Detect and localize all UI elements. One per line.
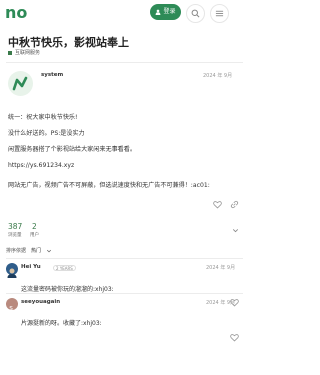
chevron-down-icon[interactable] — [231, 226, 240, 235]
sort-label: 排序依据 — [6, 248, 27, 254]
post-line: 没什么好送的。PS:是没实力 — [8, 130, 85, 137]
avatar[interactable] — [8, 71, 33, 96]
site-header: no 登录 — [0, 0, 249, 26]
sort-control[interactable]: 排序依据 热门 — [6, 247, 52, 254]
post-line: 统一：祝大家中秋节快乐! — [8, 114, 78, 121]
divider — [6, 62, 243, 63]
comment-username[interactable]: Hei Yu — [21, 264, 41, 270]
user-icon — [156, 9, 161, 15]
avatar[interactable]: s — [6, 298, 18, 312]
svg-text:s: s — [9, 304, 13, 312]
post-line: 闲置服务器搭了个影视站给大家闲来无事看看。 — [8, 146, 136, 153]
comment-date[interactable]: 2024 年 9月 — [206, 264, 235, 271]
logo-text: no — [5, 3, 27, 21]
comment-date[interactable]: 2024 年 9月 — [206, 299, 235, 306]
post-date[interactable]: 2024 年 9月 — [203, 72, 232, 79]
divider — [6, 258, 243, 259]
system-logo-icon — [12, 76, 28, 91]
users-label: 用户 — [30, 233, 39, 238]
topic-category[interactable]: 互联网服务 — [8, 49, 40, 56]
category-color-icon — [8, 50, 12, 55]
hamburger-menu-icon — [215, 10, 224, 17]
chevron-down-icon[interactable] — [46, 248, 52, 254]
search-button[interactable] — [186, 4, 205, 23]
user-badge: 2 YEARS — [53, 265, 76, 271]
users-count: 2 — [32, 222, 37, 231]
post-link[interactable]: https://ys.691234.xyz — [8, 162, 74, 169]
site-logo[interactable]: no — [5, 3, 29, 21]
topic-title[interactable]: 中秋节快乐，影视站奉上 — [8, 34, 129, 50]
views-label: 浏览量 — [8, 233, 22, 238]
login-label: 登录 — [163, 8, 176, 15]
post-line: 网站无广告，视频广告不可屏蔽，但选说速度快和无广告不可兼得！:ac01: — [8, 182, 210, 189]
sort-selected[interactable]: 热门 — [31, 247, 41, 254]
link-icon[interactable] — [230, 200, 239, 209]
views-count: 387 — [8, 222, 23, 231]
divider — [6, 293, 243, 294]
comment-text: 这流量密码被你玩的溜溜的:xhj03: — [21, 286, 114, 293]
post-username[interactable]: system — [41, 72, 63, 78]
avatar-image-icon — [7, 268, 17, 278]
search-icon — [191, 9, 200, 18]
login-button[interactable]: 登录 — [150, 4, 181, 20]
menu-button[interactable] — [210, 4, 229, 23]
avatar[interactable] — [6, 263, 18, 278]
like-icon[interactable] — [213, 200, 222, 209]
like-icon[interactable] — [230, 333, 239, 342]
letter-avatar-icon: s — [9, 304, 13, 312]
comment-username[interactable]: seeyouagain — [21, 299, 60, 305]
comment-text: 片源挺新的呀。收藏了:xhj03: — [21, 320, 102, 327]
category-label: 互联网服务 — [15, 50, 41, 56]
